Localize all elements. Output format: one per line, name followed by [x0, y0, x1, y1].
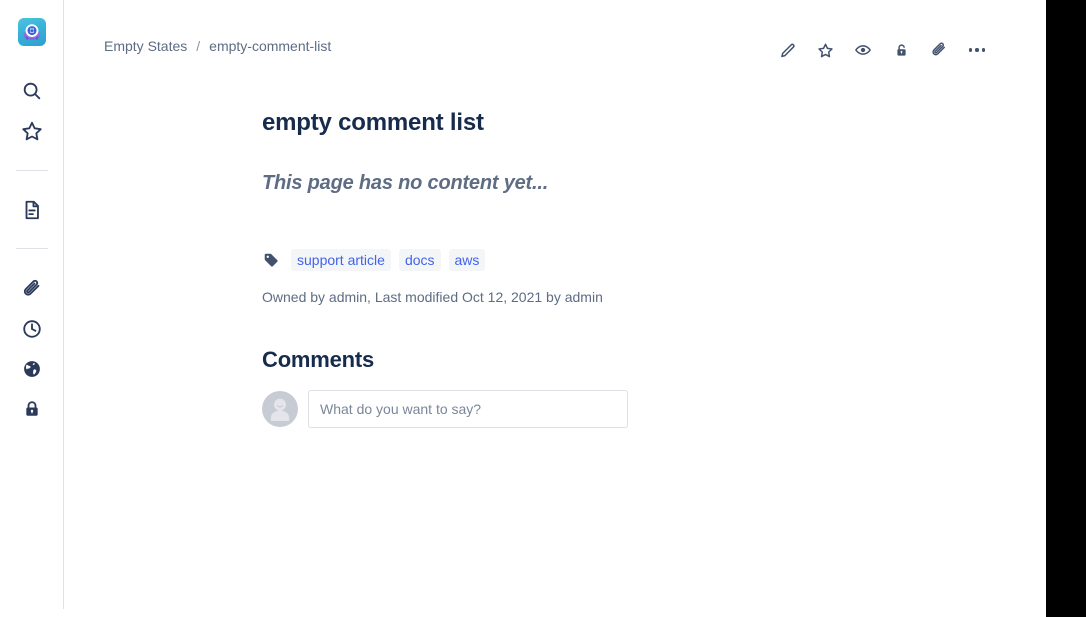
- breadcrumb-space-link[interactable]: Empty States: [104, 38, 187, 54]
- page-header: Empty States / empty-comment-list: [64, 0, 1046, 92]
- label-chip[interactable]: support article: [291, 249, 391, 271]
- sidebar-item-attachments[interactable]: [16, 273, 48, 305]
- global-sidebar: [0, 0, 64, 609]
- label-chip[interactable]: docs: [398, 249, 441, 271]
- page-icon: [21, 199, 43, 221]
- watch-page-button[interactable]: [849, 36, 877, 64]
- sidebar-item-pages[interactable]: [16, 194, 48, 226]
- page-excerpt: This page has no content yet...: [262, 172, 549, 194]
- star-icon: [817, 42, 834, 59]
- sidebar-divider-top: [16, 170, 48, 171]
- sidebar-item-restrictions[interactable]: [16, 393, 48, 425]
- star-icon: [21, 120, 43, 142]
- sidebar-item-starred[interactable]: [16, 115, 48, 147]
- eye-icon: [854, 41, 872, 59]
- sidebar-item-page-history[interactable]: [16, 313, 48, 345]
- ellipsis-icon: [968, 48, 986, 52]
- search-icon: [21, 80, 43, 102]
- comment-input[interactable]: [308, 390, 628, 428]
- breadcrumb-separator: /: [196, 38, 201, 54]
- paperclip-icon: [930, 41, 948, 59]
- page-actions-toolbar: [773, 36, 991, 64]
- more-actions-button[interactable]: [963, 36, 991, 64]
- edit-page-button[interactable]: [773, 36, 801, 64]
- lock-icon: [21, 398, 43, 420]
- right-gutter: [1046, 0, 1086, 617]
- sidebar-item-global-content[interactable]: [16, 353, 48, 385]
- page-title: empty comment list: [262, 109, 484, 136]
- clock-icon: [21, 318, 43, 340]
- page-attachments-button[interactable]: [925, 36, 953, 64]
- paperclip-icon: [21, 278, 43, 300]
- page-byline: Owned by admin, Last modified Oct 12, 20…: [262, 289, 603, 305]
- confluence-logo[interactable]: [18, 18, 46, 46]
- favorite-page-button[interactable]: [811, 36, 839, 64]
- app-root: Empty States / empty-comment-list empty …: [0, 0, 1086, 617]
- app-viewport: Empty States / empty-comment-list empty …: [0, 0, 1046, 609]
- label-chip[interactable]: aws: [448, 249, 486, 271]
- comment-compose-row: [262, 390, 962, 428]
- page-content: empty comment list This page has no cont…: [262, 108, 962, 428]
- pencil-icon: [779, 42, 796, 59]
- page-restrictions-button[interactable]: [887, 36, 915, 64]
- unlock-icon: [893, 42, 910, 59]
- default-user-avatar[interactable]: [262, 391, 298, 427]
- globe-icon: [21, 358, 43, 380]
- tag-icon: [262, 251, 280, 269]
- breadcrumb: Empty States / empty-comment-list: [104, 38, 331, 54]
- sidebar-divider-bottom: [16, 248, 48, 249]
- page-labels: support article docs aws: [262, 249, 962, 271]
- comments-heading: Comments: [262, 347, 375, 372]
- breadcrumb-current-page[interactable]: empty-comment-list: [209, 38, 331, 54]
- sidebar-item-search[interactable]: [16, 75, 48, 107]
